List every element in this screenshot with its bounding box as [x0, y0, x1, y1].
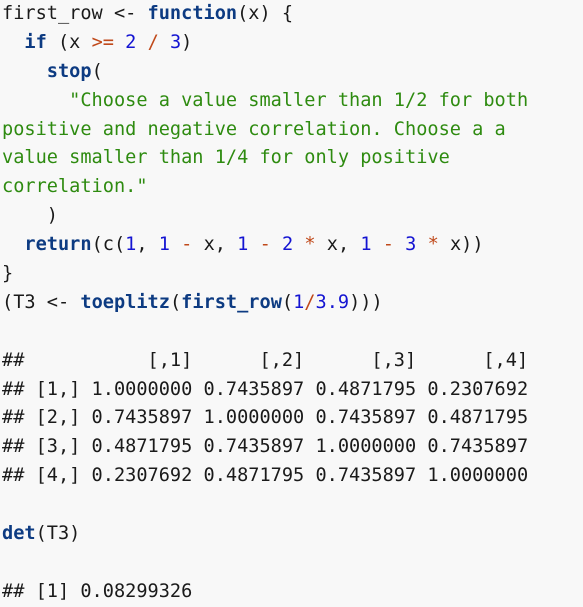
code-token: <-	[113, 3, 148, 24]
code-line: return(c(1, 1 - x, 1 - 2 * x, 1 - 3 * x)…	[0, 231, 583, 260]
code-line: positive and negative correlation. Choos…	[0, 116, 583, 145]
code-line: if (x >= 2 / 3)	[0, 29, 583, 58]
code-token: }	[2, 263, 14, 285]
code-token: )	[2, 205, 58, 227]
code-token: )	[181, 31, 193, 53]
code-token: 1	[125, 234, 137, 256]
output-line-row: ## [3,] 0.4871795 0.7435897 1.0000000 0.…	[2, 436, 529, 458]
code-token: 2	[125, 31, 137, 53]
code-token: *	[304, 234, 316, 256]
code-token: 2	[281, 234, 294, 256]
output-line-value: ## [1] 0.08299326	[2, 580, 193, 602]
code-token: 3	[169, 31, 182, 53]
code-token: /	[147, 31, 159, 53]
block-gap	[0, 318, 583, 347]
code-token: 3.9	[315, 291, 350, 313]
code-token: value smaller than 1/4 for only positive	[2, 147, 450, 169]
code-line: stop(	[0, 58, 583, 87]
code-line: first_row <- function(x) {	[0, 0, 583, 29]
console-output-det: ## [1] 0.08299326	[0, 577, 583, 607]
code-token: return	[24, 234, 92, 256]
code-token: toeplitz	[80, 291, 170, 313]
code-line: )	[0, 202, 583, 231]
code-token: /	[304, 291, 316, 313]
block-gap	[0, 549, 583, 578]
r-code-block-1: first_row <- function(x) { if (x >= 2 / …	[0, 0, 583, 318]
code-token: first_row	[181, 291, 282, 313]
code-line: det(T3)	[0, 520, 583, 549]
code-line: correlation."	[0, 173, 583, 202]
code-token: first_row	[2, 3, 114, 24]
block-gap	[0, 491, 583, 520]
r-code-block-2: det(T3)	[0, 520, 583, 549]
code-token: det	[2, 523, 36, 545]
code-token: c	[102, 234, 114, 256]
code-token: (	[113, 234, 126, 256]
code-token: x))	[438, 234, 484, 256]
code-line: "Choose a value smaller than 1/2 for bot…	[0, 87, 583, 116]
code-token: "Choose a value smaller than 1/2 for bot…	[69, 89, 529, 111]
code-token: 1	[237, 234, 249, 256]
code-token: (	[281, 291, 294, 313]
console-output-matrix: ## [,1] [,2] [,3] [,4] ## [1,] 1.0000000…	[0, 346, 583, 492]
code-token: 3	[405, 234, 417, 256]
code-token: )))	[349, 291, 383, 313]
code-token: if	[24, 31, 47, 53]
code-token: 1	[293, 291, 305, 313]
code-token: 1	[158, 234, 170, 256]
code-token: 1	[360, 234, 372, 256]
code-token: -	[259, 234, 271, 256]
code-token: (x	[46, 31, 92, 53]
code-line: (T3 <- toeplitz(first_row(1/3.9)))	[0, 289, 583, 318]
code-token: (	[91, 60, 103, 82]
output-line-row: ## [2,] 0.7435897 1.0000000 0.7435897 0.…	[2, 407, 529, 429]
code-token: x,	[315, 234, 361, 256]
code-token: positive and negative correlation. Choos…	[2, 118, 506, 140]
code-token: (T3)	[35, 523, 81, 545]
code-token: ,	[136, 234, 159, 256]
code-token: >=	[91, 31, 114, 53]
code-token: *	[427, 234, 439, 256]
code-screenshot: first_row <- function(x) { if (x >= 2 / …	[0, 0, 583, 607]
code-line: }	[0, 260, 583, 289]
code-token: (x) {	[237, 3, 294, 24]
output-line-row: ## [4,] 0.2307692 0.4871795 0.7435897 1.…	[2, 465, 529, 487]
code-token: correlation."	[2, 176, 148, 198]
code-token: stop	[46, 60, 92, 82]
code-token: (	[91, 234, 103, 256]
code-token: function	[147, 3, 238, 24]
output-line-header: ## [,1] [,2] [,3] [,4]	[2, 349, 529, 371]
code-token: -	[181, 234, 193, 256]
code-token: -	[382, 234, 394, 256]
code-token: (T3 <-	[2, 291, 81, 313]
code-line: value smaller than 1/4 for only positive	[0, 144, 583, 173]
output-line-row: ## [1,] 1.0000000 0.7435897 0.4871795 0.…	[2, 378, 529, 400]
code-token: x,	[192, 234, 238, 256]
code-token: (	[169, 291, 182, 313]
